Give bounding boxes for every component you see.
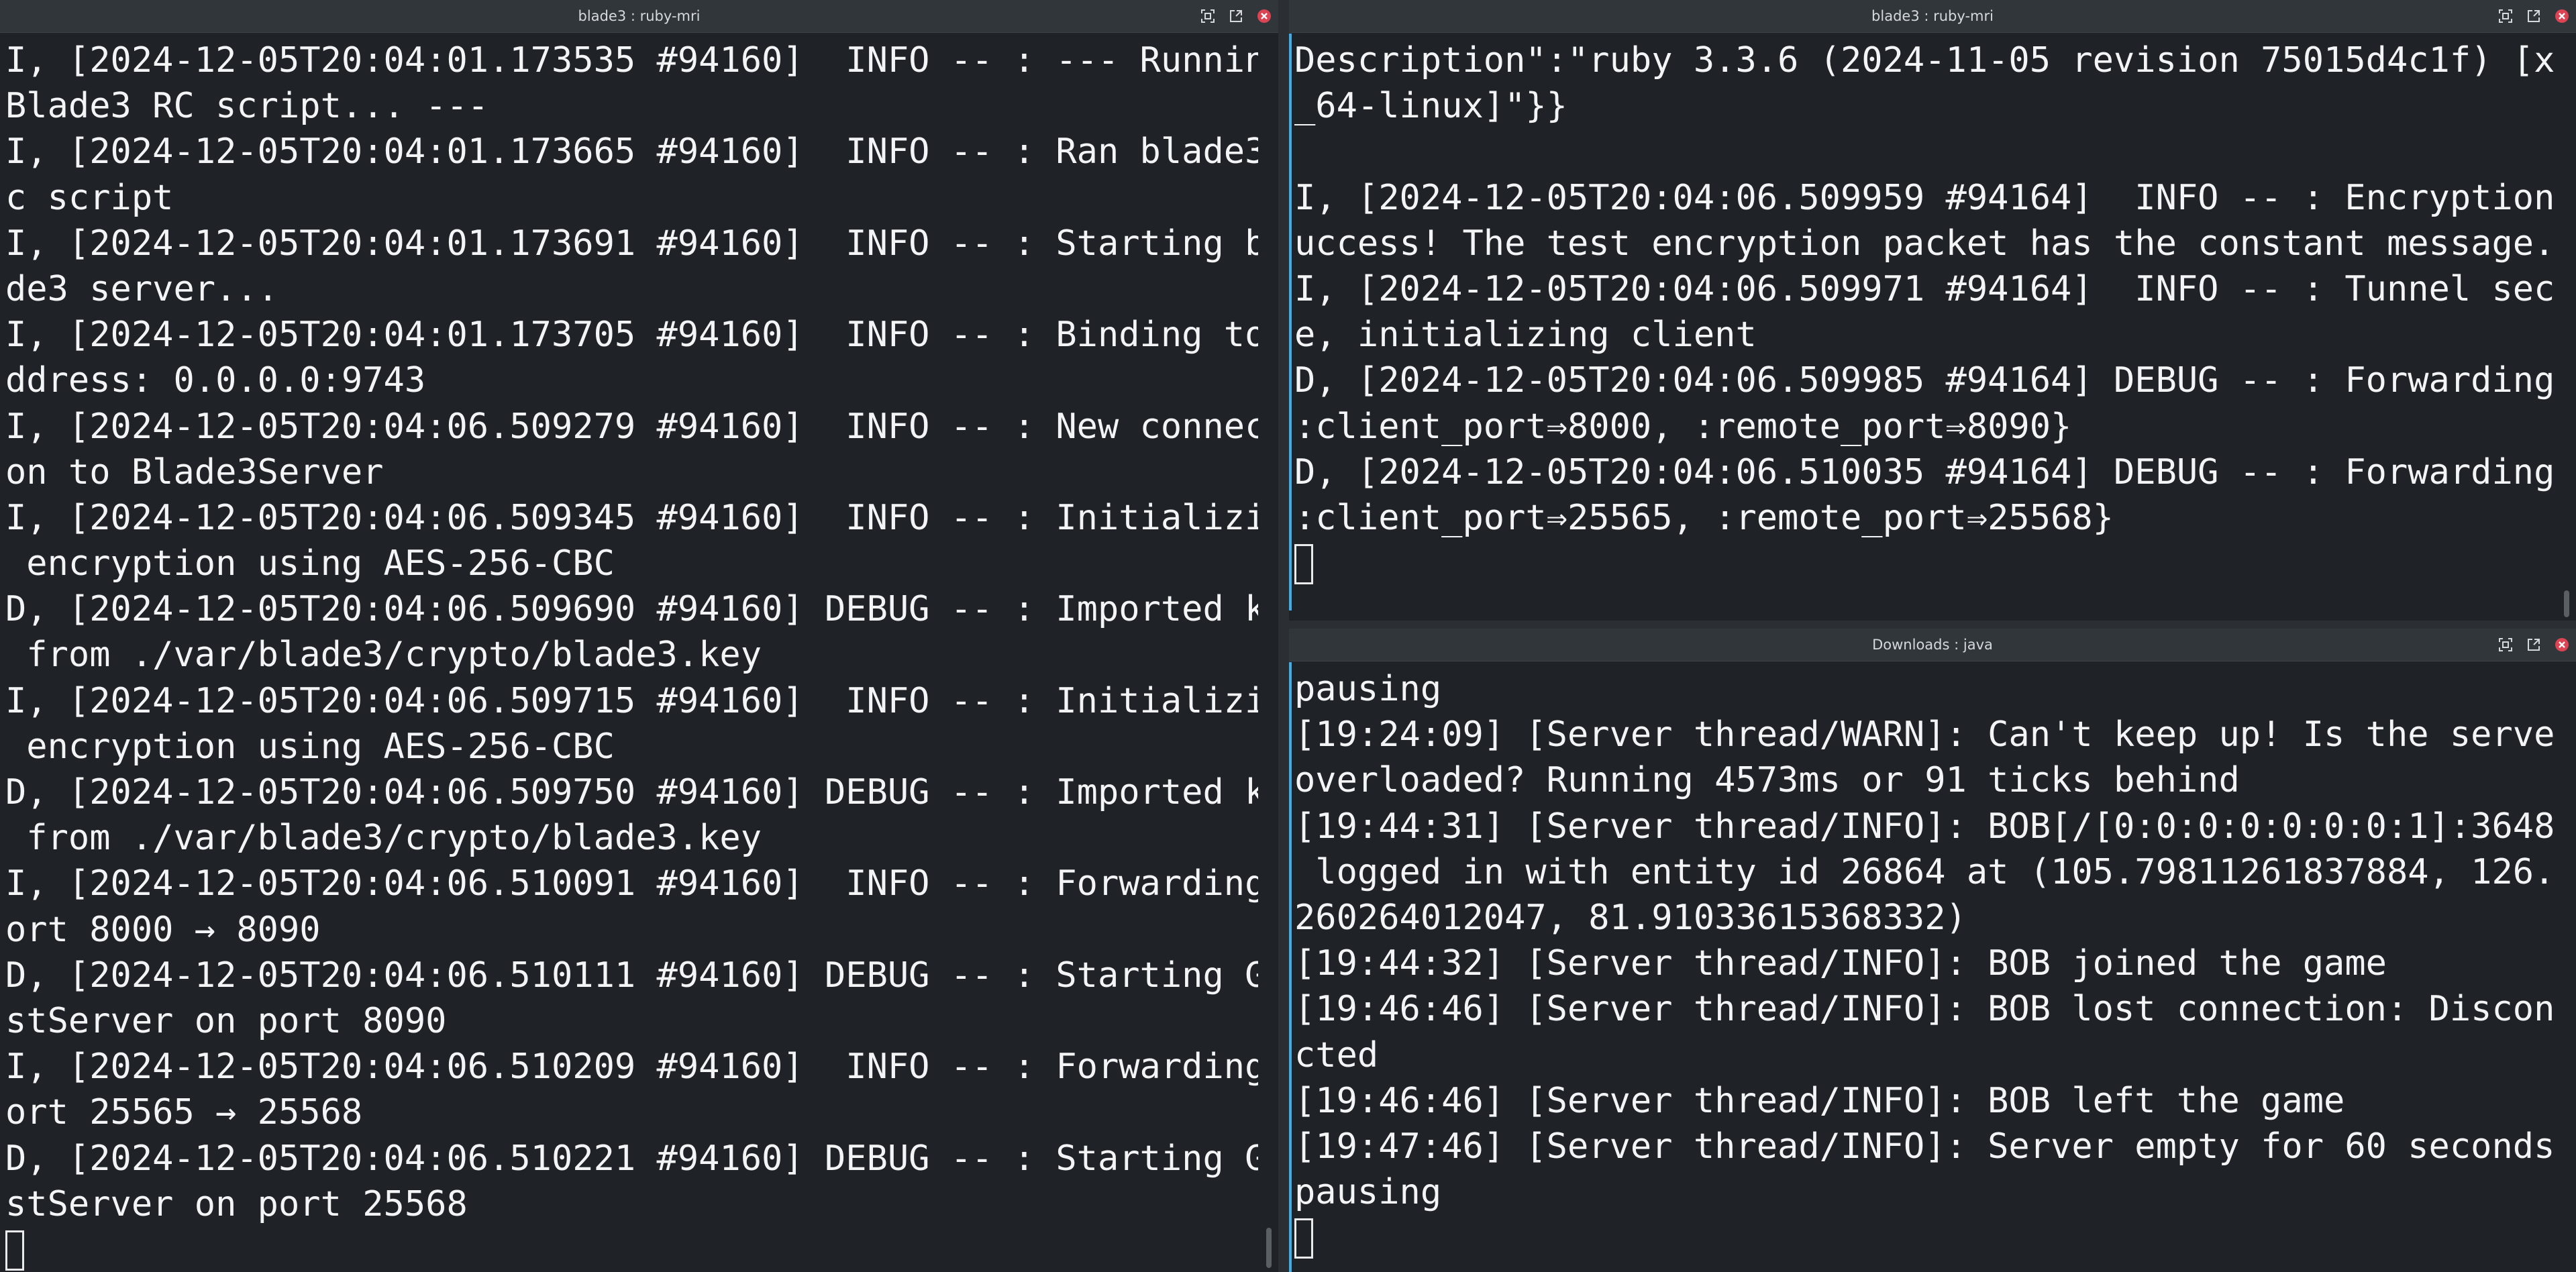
terminal-line: from ./var/blade3/crypto/blade3.key — [5, 818, 762, 859]
terminal-line: de3 server... — [5, 268, 278, 309]
scrollbar-thumb[interactable] — [2564, 590, 2569, 617]
terminal-line: D, [2024-12-05T20:04:06.509690 #94160] D… — [5, 589, 1258, 630]
terminal-line: I, [2024-12-05T20:04:06.510091 #94160] I… — [5, 863, 1258, 904]
terminal-cursor — [1294, 1218, 1313, 1259]
terminal-line: I, [2024-12-05T20:04:01.173691 #94160] I… — [5, 223, 1258, 264]
terminal-line: Description":"ruby 3.3.6 (2024-11-05 rev… — [1294, 40, 2556, 81]
terminal-line: [19:46:46] [Server thread/INFO]: BOB los… — [1294, 989, 2556, 1030]
prompt-line[interactable] — [5, 1227, 1258, 1272]
pane-titlebar: blade3 : ruby-mri — [0, 0, 1278, 33]
terminal-line: stServer on port 8090 — [5, 1000, 447, 1041]
terminal-line: [19:24:09] [Server thread/WARN]: Can't k… — [1294, 714, 2556, 755]
pane-title: blade3 : ruby-mri — [578, 8, 701, 24]
pane-title: blade3 : ruby-mri — [1871, 8, 1994, 24]
terminal-line: ddress: 0.0.0.0:9743 — [5, 360, 426, 401]
terminal-pane-top-right[interactable]: blade3 : ruby-mri Description":"ruby 3.3… — [1289, 0, 2576, 621]
terminal-line: :client_port⇒25565, :remote_port⇒25568} — [1294, 497, 2114, 538]
pane-splitter-vertical[interactable] — [1278, 0, 1289, 1272]
terminal-line: :client_port⇒8000, :remote_port⇒8090} — [1294, 406, 2072, 447]
maximize-icon[interactable] — [1199, 7, 1217, 25]
pane-titlebar: blade3 : ruby-mri — [1289, 0, 2576, 33]
maximize-icon[interactable] — [2497, 636, 2514, 653]
detach-icon[interactable] — [2525, 636, 2542, 653]
pane-title: Downloads : java — [1872, 637, 1993, 653]
terminal-cursor — [5, 1230, 24, 1271]
terminal-output[interactable]: Description":"ruby 3.3.6 (2024-11-05 rev… — [1289, 34, 2556, 621]
terminal-line: I, [2024-12-05T20:04:01.173705 #94160] I… — [5, 315, 1258, 356]
terminal-line: c script — [5, 177, 174, 218]
terminal-line: I, [2024-12-05T20:04:06.509959 #94164] I… — [1294, 177, 2556, 218]
detach-icon[interactable] — [1227, 7, 1245, 25]
terminal-line: D, [2024-12-05T20:04:06.510035 #94164] D… — [1294, 452, 2556, 492]
terminal-line: [19:47:46] [Server thread/INFO]: Server … — [1294, 1126, 2556, 1167]
terminal-line: pausing — [1294, 669, 1442, 709]
scrollbar[interactable] — [2556, 662, 2576, 1272]
terminal-line: encryption using AES-256-CBC — [5, 726, 615, 767]
terminal-line: from ./var/blade3/crypto/blade3.key — [5, 635, 762, 676]
terminal-line: I, [2024-12-05T20:04:06.510209 #94160] I… — [5, 1047, 1258, 1088]
terminal-pane-left[interactable]: blade3 : ruby-mri I, [2024-12-05T20:04:0… — [0, 0, 1278, 1272]
terminal-line: pausing — [1294, 1172, 1442, 1213]
terminal-line: encryption using AES-256-CBC — [5, 543, 615, 584]
close-icon[interactable] — [2553, 636, 2571, 653]
prompt-line[interactable] — [1294, 1215, 2556, 1261]
terminal-cursor — [1294, 544, 1313, 585]
terminal-output[interactable]: I, [2024-12-05T20:04:01.173535 #94160] I… — [0, 34, 1258, 1272]
prompt-line[interactable] — [1294, 541, 2556, 586]
terminal-line: cted — [1294, 1035, 1379, 1075]
terminal-line: ort 25565 → 25568 — [5, 1092, 363, 1133]
terminal-line: logged in with entity id 26864 at (105.7… — [1294, 851, 2556, 892]
terminal-line: D, [2024-12-05T20:04:06.510221 #94160] D… — [5, 1138, 1258, 1179]
pane-splitter-horizontal[interactable] — [1289, 621, 2576, 629]
terminal-line: I, [2024-12-05T20:04:06.509715 #94160] I… — [5, 680, 1258, 721]
terminal-line: [19:46:46] [Server thread/INFO]: BOB lef… — [1294, 1080, 2345, 1121]
terminal-output[interactable]: pausing [19:24:09] [Server thread/WARN]: … — [1289, 662, 2556, 1272]
terminal-line: I, [2024-12-05T20:04:01.173535 #94160] I… — [5, 40, 1258, 81]
terminal-line: I, [2024-12-05T20:04:06.509345 #94160] I… — [5, 497, 1258, 538]
terminal-line: I, [2024-12-05T20:04:06.509971 #94164] I… — [1294, 268, 2556, 309]
scrollbar[interactable] — [1258, 34, 1278, 1272]
pane-titlebar: Downloads : java — [1289, 629, 2576, 661]
terminal-line: overloaded? Running 4573ms or 91 ticks b… — [1294, 760, 2240, 801]
terminal-line: 260264012047, 81.91033615368332) — [1294, 897, 1967, 938]
terminal-line: stServer on port 25568 — [5, 1183, 468, 1224]
close-icon[interactable] — [2553, 7, 2571, 25]
terminal-line: D, [2024-12-05T20:04:06.509750 #94160] D… — [5, 772, 1258, 812]
terminal-pane-bottom-right[interactable]: Downloads : java pausing [19:24:09] [Serv… — [1289, 629, 2576, 1272]
terminal-line: [19:44:31] [Server thread/INFO]: BOB[/[0… — [1294, 806, 2556, 847]
terminal-line: I, [2024-12-05T20:04:01.173665 #94160] I… — [5, 131, 1258, 172]
terminal-line: _64-linux]"}} — [1294, 86, 1567, 127]
terminal-line: [19:44:32] [Server thread/INFO]: BOB joi… — [1294, 943, 2387, 984]
terminal-line: Blade3 RC script... --- — [5, 86, 489, 127]
terminal-line: I, [2024-12-05T20:04:06.509279 #94160] I… — [5, 406, 1258, 447]
maximize-icon[interactable] — [2497, 7, 2514, 25]
scrollbar[interactable] — [2556, 34, 2576, 621]
terminal-line: on to Blade3Server — [5, 452, 384, 492]
terminal-line: D, [2024-12-05T20:04:06.510111 #94160] D… — [5, 955, 1258, 996]
terminal-line: e, initializing client — [1294, 315, 1757, 356]
close-icon[interactable] — [1255, 7, 1273, 25]
terminal-line: ort 8000 → 8090 — [5, 909, 321, 950]
terminal-line: D, [2024-12-05T20:04:06.509985 #94164] D… — [1294, 360, 2556, 401]
detach-icon[interactable] — [2525, 7, 2542, 25]
scrollbar-thumb[interactable] — [1266, 1228, 1272, 1268]
terminal-line: uccess! The test encryption packet has t… — [1294, 223, 2555, 264]
